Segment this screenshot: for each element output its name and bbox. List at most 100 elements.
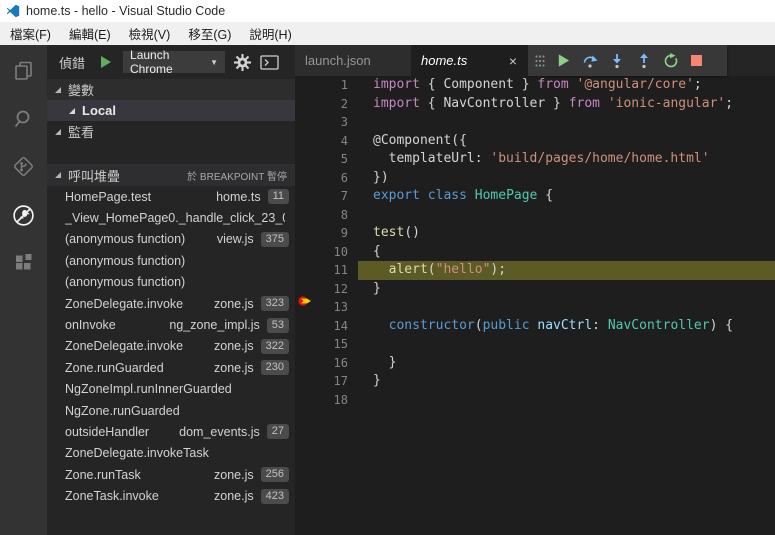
code-line[interactable]: 13 xyxy=(295,298,775,317)
twistie-icon xyxy=(55,172,61,178)
line-number-badge: 323 xyxy=(261,296,289,311)
line-number[interactable]: 16 xyxy=(295,354,358,373)
step-into-button[interactable] xyxy=(609,53,625,69)
debug-icon[interactable] xyxy=(0,191,47,239)
code-line[interactable]: 18 xyxy=(295,391,775,410)
continue-button[interactable] xyxy=(556,53,571,68)
menu-view[interactable]: 檢視(V) xyxy=(120,22,180,45)
line-number[interactable]: 9 xyxy=(295,224,358,243)
tab-label: launch.json xyxy=(305,53,371,68)
line-number[interactable]: 3 xyxy=(295,113,358,132)
stack-frame[interactable]: Zone.runTaskzone.js256 xyxy=(47,464,295,485)
restart-button[interactable] xyxy=(663,53,679,69)
scope-local-label: Local xyxy=(82,103,116,118)
line-number[interactable]: 1 xyxy=(295,76,358,95)
section-call-stack[interactable]: 呼叫堆疊 於 BREAKPOINT 暫停 xyxy=(47,164,295,186)
code-line[interactable]: 8 xyxy=(295,206,775,225)
line-number-badge: 375 xyxy=(261,232,289,247)
line-number[interactable]: 10 xyxy=(295,243,358,262)
stack-frame[interactable]: ZoneDelegate.invokezone.js322 xyxy=(47,336,295,357)
line-number[interactable]: 14 xyxy=(295,317,358,336)
close-icon[interactable]: × xyxy=(509,53,517,69)
section-watch[interactable]: 監看 xyxy=(47,121,295,142)
twistie-icon xyxy=(55,129,61,135)
code-line[interactable]: 14 constructor(public navCtrl: NavContro… xyxy=(295,317,775,336)
debug-toolbar xyxy=(528,45,727,76)
stack-frame[interactable]: ZoneDelegate.invokeTask xyxy=(47,443,295,464)
stack-frame[interactable]: _View_HomePage0._handle_click_23_0 xyxy=(47,207,295,228)
section-variables[interactable]: 變數 xyxy=(47,79,295,100)
call-stack-list: HomePage.testhome.ts11_View_HomePage0._h… xyxy=(47,186,295,507)
line-number[interactable]: 8 xyxy=(295,206,358,225)
code-line[interactable]: 16 } xyxy=(295,354,775,373)
title-bar: home.ts - hello - Visual Studio Code xyxy=(0,0,775,22)
stack-frame[interactable]: HomePage.testhome.ts11 xyxy=(47,186,295,207)
step-out-button[interactable] xyxy=(636,53,652,69)
debug-console-icon[interactable] xyxy=(260,55,279,70)
menu-goto[interactable]: 移至(G) xyxy=(179,22,240,45)
line-number[interactable]: 18 xyxy=(295,391,358,410)
line-number-badge: 11 xyxy=(268,189,289,204)
line-number[interactable]: 2 xyxy=(295,95,358,114)
line-number[interactable]: 6 xyxy=(295,169,358,188)
code-line[interactable]: 3 xyxy=(295,113,775,132)
line-number[interactable]: 4 xyxy=(295,132,358,151)
vscode-logo-icon xyxy=(6,4,20,18)
stack-frame[interactable]: ZoneTask.invokezone.js423 xyxy=(47,485,295,506)
stack-frame[interactable]: Zone.runGuardedzone.js230 xyxy=(47,357,295,378)
code-line[interactable]: 4@Component({ xyxy=(295,132,775,151)
code-line[interactable]: 9test() xyxy=(295,224,775,243)
line-number[interactable]: 5 xyxy=(295,150,358,169)
chevron-down-icon: ▼ xyxy=(210,58,218,67)
code-line[interactable]: 1import { Component } from '@angular/cor… xyxy=(295,76,775,95)
stack-frame[interactable]: onInvokeng_zone_impl.js53 xyxy=(47,314,295,335)
stack-frame[interactable]: NgZoneImpl.runInnerGuarded xyxy=(47,379,295,400)
code-line[interactable]: 12} xyxy=(295,280,775,299)
line-number-badge: 322 xyxy=(261,339,289,354)
breakpoint-current-line-icon[interactable] xyxy=(298,295,314,311)
tab-home-ts[interactable]: home.ts × xyxy=(411,45,527,76)
line-number[interactable]: 11 xyxy=(295,261,358,280)
code-line[interactable]: 10{ xyxy=(295,243,775,262)
line-number[interactable]: 17 xyxy=(295,372,358,391)
stack-frame[interactable]: ZoneDelegate.invokezone.js323 xyxy=(47,293,295,314)
menu-bar: 檔案(F) 編輯(E) 檢視(V) 移至(G) 說明(H) xyxy=(0,22,775,45)
code-editor[interactable]: 1import { Component } from '@angular/cor… xyxy=(295,76,775,535)
section-variables-label: 變數 xyxy=(68,80,94,99)
stop-button[interactable] xyxy=(690,54,703,67)
stack-frame[interactable]: (anonymous function) xyxy=(47,250,295,271)
code-line[interactable]: 15 xyxy=(295,335,775,354)
stack-frame[interactable]: (anonymous function) xyxy=(47,272,295,293)
twistie-icon xyxy=(55,87,61,93)
code-line[interactable]: 5 templateUrl: 'build/pages/home/home.ht… xyxy=(295,150,775,169)
code-lines: 1import { Component } from '@angular/cor… xyxy=(295,76,775,409)
search-icon[interactable] xyxy=(0,95,47,143)
debug-sidebar-header: 偵錯 Launch Chrome ▼ xyxy=(47,45,295,79)
menu-help[interactable]: 說明(H) xyxy=(240,22,300,45)
menu-file[interactable]: 檔案(F) xyxy=(1,22,60,45)
code-line[interactable]: 7export class HomePage { xyxy=(295,187,775,206)
stack-frame[interactable]: NgZone.runGuarded xyxy=(47,400,295,421)
toolbar-drag-handle[interactable] xyxy=(535,55,545,67)
code-line[interactable]: 2import { NavController } from 'ionic-an… xyxy=(295,95,775,114)
gear-icon[interactable] xyxy=(234,54,251,71)
launch-config-dropdown[interactable]: Launch Chrome ▼ xyxy=(123,51,225,73)
files-icon[interactable] xyxy=(0,47,47,95)
line-number[interactable]: 15 xyxy=(295,335,358,354)
line-number-badge: 423 xyxy=(261,489,289,504)
extensions-icon[interactable] xyxy=(0,239,47,287)
menu-edit[interactable]: 編輯(E) xyxy=(60,22,120,45)
start-debug-icon[interactable] xyxy=(100,55,112,69)
code-line[interactable]: 6}) xyxy=(295,169,775,188)
code-line[interactable]: 17} xyxy=(295,372,775,391)
variables-scope-local[interactable]: Local xyxy=(47,100,295,121)
code-line[interactable]: 11 alert("hello"); xyxy=(295,261,775,280)
step-over-button[interactable] xyxy=(582,53,598,69)
line-number[interactable]: 7 xyxy=(295,187,358,206)
stack-frame[interactable]: outsideHandlerdom_events.js27 xyxy=(47,421,295,442)
stack-frame[interactable]: (anonymous function)view.js375 xyxy=(47,229,295,250)
debug-panel-title: 偵錯 xyxy=(59,53,85,72)
activity-bar xyxy=(0,45,47,535)
tab-launch-json[interactable]: launch.json xyxy=(295,45,411,76)
source-control-icon[interactable] xyxy=(0,143,47,191)
